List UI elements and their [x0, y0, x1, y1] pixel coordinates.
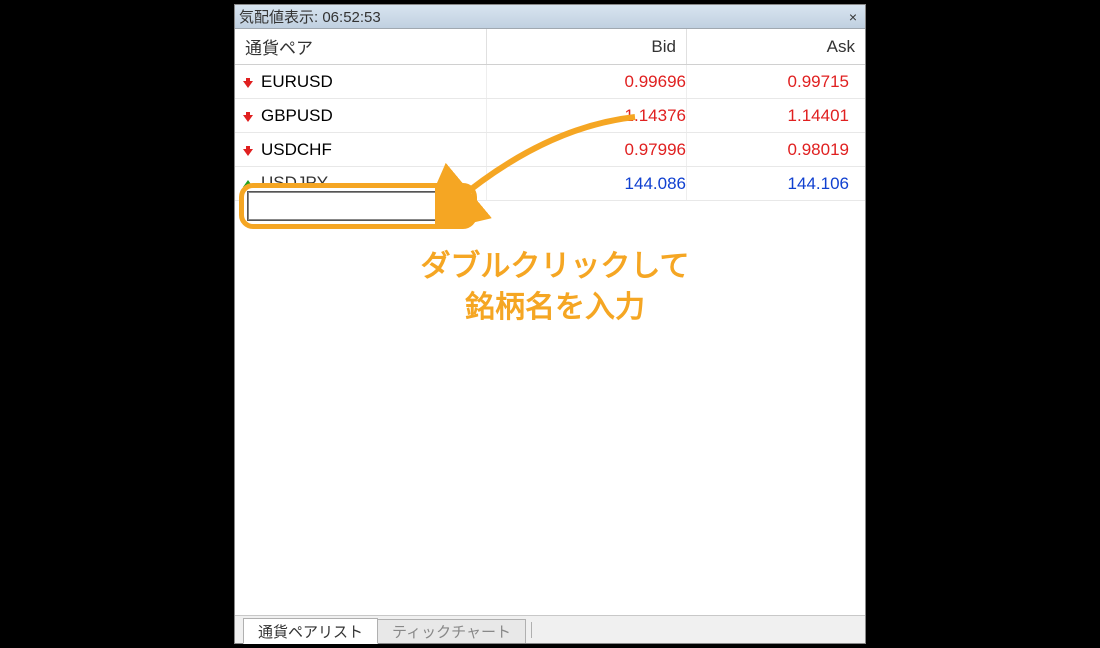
arrow-down-icon — [241, 75, 255, 89]
col-header-ask[interactable]: Ask — [687, 29, 865, 64]
symbol-cell: EURUSD — [261, 72, 333, 92]
annotation-line2: 銘柄名を入力 — [325, 288, 785, 329]
bid-cell: 0.99696 — [487, 65, 687, 98]
close-icon: × — [849, 9, 857, 25]
close-button[interactable]: × — [845, 9, 861, 25]
arrow-down-icon — [241, 109, 255, 123]
tab-separator — [531, 622, 532, 638]
ask-cell: 0.98019 — [687, 133, 865, 166]
quote-grid: 通貨ペア Bid Ask EURUSD 0.99696 0.99715 — [235, 29, 865, 201]
grid-header: 通貨ペア Bid Ask — [235, 29, 865, 65]
table-row[interactable]: GBPUSD 1.14376 1.14401 — [235, 99, 865, 133]
ask-cell: 0.99715 — [687, 65, 865, 98]
tab-bar: 通貨ペアリスト ティックチャート — [235, 615, 865, 643]
window-titlebar[interactable]: 気配値表示: 06:52:53 × — [235, 5, 865, 29]
ask-cell: 1.14401 — [687, 99, 865, 132]
title-time: 06:52:53 — [322, 9, 380, 26]
market-watch-window: 気配値表示: 06:52:53 × 通貨ペア Bid Ask EURUSD 0.… — [234, 4, 866, 644]
arrow-down-icon — [241, 143, 255, 157]
window-title: 気配値表示: 06:52:53 — [239, 6, 845, 27]
col-header-bid[interactable]: Bid — [487, 29, 687, 64]
ask-cell: 144.106 — [687, 167, 865, 200]
annotation-line1: ダブルクリックして — [325, 247, 785, 288]
symbol-cell: USDCHF — [261, 140, 332, 160]
bid-cell: 144.086 — [487, 167, 687, 200]
symbol-input[interactable] — [248, 192, 468, 220]
content-area: 通貨ペア Bid Ask EURUSD 0.99696 0.99715 — [235, 29, 865, 615]
symbol-cell: GBPUSD — [261, 106, 333, 126]
table-row[interactable]: USDCHF 0.97996 0.98019 — [235, 133, 865, 167]
symbol-input-highlight — [239, 183, 477, 229]
col-header-symbol[interactable]: 通貨ペア — [235, 29, 487, 64]
table-row[interactable]: EURUSD 0.99696 0.99715 — [235, 65, 865, 99]
tab-tick-chart[interactable]: ティックチャート — [377, 619, 526, 643]
title-prefix: 気配値表示: — [239, 9, 322, 26]
bid-cell: 0.97996 — [487, 133, 687, 166]
annotation-text: ダブルクリックして 銘柄名を入力 — [325, 247, 785, 328]
tab-symbol-list[interactable]: 通貨ペアリスト — [243, 618, 378, 644]
bid-cell: 1.14376 — [487, 99, 687, 132]
